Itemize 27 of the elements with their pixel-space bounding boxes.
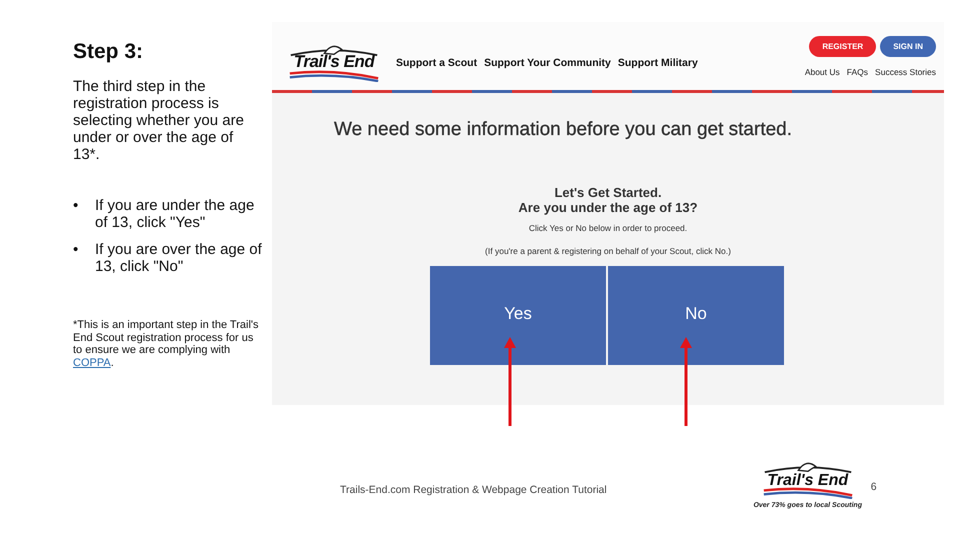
bullet-marker: • <box>73 241 80 260</box>
page-heading: We need some information before you can get started. <box>334 119 794 141</box>
page-number: 6 <box>870 481 877 493</box>
nav-link[interactable]: Support Military <box>618 57 698 69</box>
parent-note: (If you're a parent & registering on behalf of your Scout, click No.) <box>485 246 731 256</box>
card-title: Let's Get Started. <box>554 185 662 200</box>
nav-link[interactable]: Support a Scout <box>396 57 478 69</box>
header-link[interactable]: FAQs <box>846 66 868 76</box>
bullet-text: If you are over the age of 13, click "No" <box>95 241 263 275</box>
age-question: Are you under the age of 13? <box>518 200 698 215</box>
footer-text: Trails-End.com Registration & Webpage Creation Tutorial <box>340 484 607 496</box>
header-button[interactable]: REGISTER <box>809 36 876 56</box>
header-link[interactable]: About Us <box>804 66 840 76</box>
logo-text: Trail's End <box>767 472 848 490</box>
header-link[interactable]: Success Stories <box>875 66 936 76</box>
nav-link[interactable]: Support Your Community <box>484 57 611 69</box>
instruction-text: Click Yes or No below in order to proceed. <box>528 223 688 233</box>
logo-text[interactable]: Trail's End <box>294 52 374 72</box>
choice-button[interactable]: Yes <box>430 266 606 365</box>
choice-button[interactable]: No <box>608 266 784 365</box>
bullet-text: If you are under the age of 13, click "Yes" <box>95 197 256 231</box>
bullet-marker: • <box>73 197 80 216</box>
footnote: *This is an important step in the Trail's End Scout registration process for us to ensure we are complying with COPPA. <box>73 319 260 369</box>
coppa-link[interactable]: COPPA <box>73 356 111 368</box>
slide-title: Step 3: <box>73 40 144 64</box>
header-button[interactable]: SIGN IN <box>880 36 936 56</box>
intro-paragraph: The third step in the registration process is selecting whether you are under or over the age of 13*. <box>73 78 245 163</box>
